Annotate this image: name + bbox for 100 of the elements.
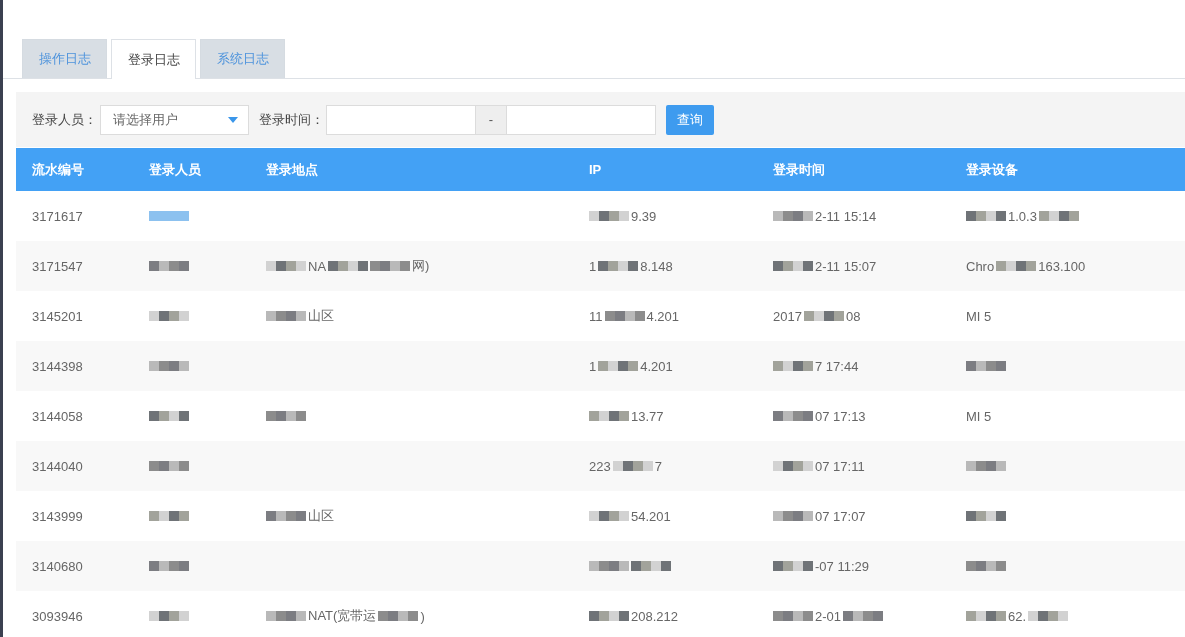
- redaction-mosaic-icon: [149, 511, 189, 521]
- column-header: 流水编号: [32, 160, 84, 179]
- serial-number: 3171617: [32, 208, 83, 224]
- redaction-mosaic-icon: [773, 511, 813, 521]
- login-time: 2-11 15:07: [815, 258, 877, 274]
- ip-address: 223: [589, 458, 611, 474]
- login-device: MI 5: [966, 408, 992, 424]
- redaction-mosaic-icon: [604, 311, 645, 321]
- redaction-mosaic-icon: [1028, 611, 1069, 621]
- tab[interactable]: 操作日志: [22, 39, 107, 78]
- login-device: Chro: [966, 258, 995, 274]
- serial-number: 3145201: [32, 308, 83, 324]
- serial-number: 3144058: [32, 408, 83, 424]
- redaction-mosaic-icon: [370, 261, 411, 271]
- redaction-mosaic-icon: [803, 311, 844, 321]
- redaction-mosaic-icon: [598, 361, 639, 371]
- login-time: 2-11 15:14: [815, 208, 877, 224]
- ip-address: 8.148: [640, 258, 673, 274]
- redaction-mosaic-icon: [773, 261, 813, 271]
- redaction-mosaic-icon: [149, 461, 189, 471]
- redaction-mosaic-icon: [773, 461, 813, 471]
- redaction-mosaic-icon: [589, 611, 629, 621]
- end-time-field[interactable]: [506, 104, 656, 135]
- column-header: 登录设备: [966, 160, 1018, 179]
- serial-number: 3143999: [32, 508, 83, 524]
- redaction-mosaic-icon: [773, 211, 813, 221]
- login-location: 山区: [308, 507, 334, 525]
- redaction-mosaic-icon: [966, 461, 1006, 471]
- redaction-mosaic-icon: [966, 611, 1006, 621]
- redaction-mosaic-icon: [378, 611, 419, 621]
- login-device: 1.0.3: [1008, 208, 1037, 224]
- ip-address: 4.201: [646, 308, 680, 324]
- tab[interactable]: 系统日志: [200, 39, 285, 78]
- filter-label: 登录人员：: [32, 110, 97, 129]
- ip-address: 7: [654, 458, 662, 474]
- redaction-mosaic-icon: [773, 611, 813, 621]
- login-location: NAT(宽带运: [308, 607, 377, 625]
- filter-label: 登录时间：: [259, 110, 324, 129]
- redaction-mosaic-icon: [843, 611, 884, 621]
- serial-number: 3093946: [32, 608, 83, 624]
- login-device: 62.: [1008, 608, 1027, 624]
- login-time: 07 17:11: [815, 458, 865, 474]
- redaction-mosaic-icon: [773, 411, 813, 421]
- column-header: 登录人员: [149, 160, 201, 179]
- login-time: -07 11:29: [815, 558, 869, 574]
- redaction-mosaic-icon: [266, 511, 306, 521]
- ip-address: 1: [589, 258, 597, 274]
- redaction-mosaic-icon: [1038, 211, 1079, 221]
- user-select[interactable]: 请选择用户: [100, 104, 249, 135]
- redaction-mosaic-icon: [966, 361, 1006, 371]
- login-location: NA: [308, 258, 327, 274]
- login-time: 2-01: [815, 608, 842, 624]
- tab[interactable]: 登录日志: [111, 39, 196, 79]
- column-header: 登录地点: [266, 160, 318, 179]
- ip-address: 11: [589, 308, 603, 324]
- range-separator: -: [476, 104, 506, 135]
- redaction-mosaic-icon: [598, 261, 639, 271]
- redaction-mosaic-icon: [966, 561, 1006, 571]
- caret-icon: [228, 116, 238, 123]
- redaction-mosaic-icon: [149, 611, 189, 621]
- ip-address: 13.77: [631, 408, 664, 424]
- login-time: 2017: [773, 308, 802, 324]
- start-time-field[interactable]: [326, 104, 476, 135]
- column-header: 登录时间: [773, 160, 825, 179]
- login-device: 163.100: [1038, 258, 1086, 274]
- redaction-mosaic-icon: [589, 511, 629, 521]
- redaction-mosaic-icon: [589, 211, 629, 221]
- redaction-mosaic-icon: [149, 411, 189, 421]
- redaction-mosaic-icon: [266, 611, 306, 621]
- ip-address: 208.212: [631, 608, 678, 624]
- login-location: ): [420, 608, 425, 624]
- redaction-mosaic-icon: [149, 561, 189, 571]
- redaction-mosaic-icon: [266, 261, 306, 271]
- ip-address: 9.39: [631, 208, 657, 224]
- redaction-mosaic-icon: [589, 411, 629, 421]
- login-time: 07 17:13: [815, 408, 866, 424]
- login-time: 7 17:44: [815, 358, 859, 374]
- login-device: MI 5: [966, 308, 992, 324]
- redaction-mosaic-icon: [612, 461, 653, 471]
- search-button[interactable]: 查询: [666, 104, 714, 135]
- login-location: 网): [412, 257, 430, 275]
- redaction-mosaic-icon: [773, 361, 813, 371]
- column-header: IP: [589, 162, 602, 177]
- redaction-mosaic-icon: [149, 211, 189, 221]
- redaction-mosaic-icon: [773, 561, 813, 571]
- serial-number: 3144040: [32, 458, 83, 474]
- serial-number: 3144398: [32, 358, 83, 374]
- redaction-mosaic-icon: [266, 311, 306, 321]
- login-location: 山区: [308, 307, 334, 325]
- serial-number: 3171547: [32, 258, 83, 274]
- redaction-mosaic-icon: [149, 261, 189, 271]
- redaction-mosaic-icon: [149, 311, 189, 321]
- redaction-mosaic-icon: [996, 261, 1037, 271]
- redaction-mosaic-icon: [631, 561, 671, 571]
- redaction-mosaic-icon: [966, 211, 1006, 221]
- login-time: 07 17:07: [815, 508, 866, 524]
- ip-address: 4.201: [640, 358, 673, 374]
- redaction-mosaic-icon: [328, 261, 369, 271]
- ip-address: 1: [589, 358, 597, 374]
- redaction-mosaic-icon: [149, 361, 189, 371]
